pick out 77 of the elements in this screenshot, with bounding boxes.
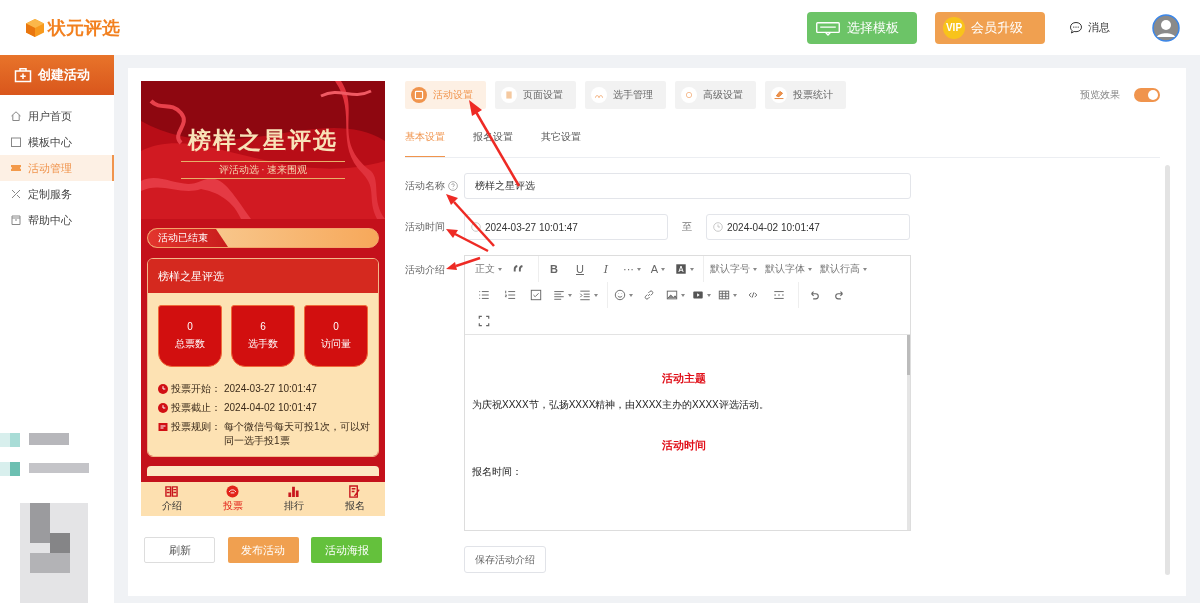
preview-toggle[interactable]	[1134, 88, 1160, 102]
stat-label: 访问量	[321, 337, 351, 351]
banner-subtitle: 评活动选 · 速来围观	[217, 163, 309, 177]
stat-value: 6	[260, 321, 266, 332]
page-icon	[501, 87, 517, 103]
medical-kit-icon	[14, 67, 32, 83]
nav-tab[interactable]: 投票	[202, 482, 263, 516]
save-intro-button[interactable]: 保存活动介绍	[464, 546, 546, 573]
end-date-input[interactable]: 2024-04-02 10:01:47	[706, 214, 910, 240]
toolbar-button[interactable]: I	[595, 260, 617, 278]
info-value: 每个微信号每天可投1次，可以对同一选手投1票	[224, 420, 370, 448]
create-activity-button[interactable]: 创建活动	[0, 55, 114, 95]
help-icon[interactable]	[448, 181, 458, 191]
clock-icon	[158, 403, 168, 413]
info-value: 2024-04-02 10:01:47	[224, 401, 317, 415]
content-paragraph: 报名时间：	[472, 465, 523, 479]
card-title: 榜样之星评选	[148, 259, 378, 293]
toolbar-dropdown[interactable]: 默认行高	[818, 262, 869, 276]
sidebar-item[interactable]: 帮助中心	[0, 207, 114, 233]
ticket-icon	[10, 162, 22, 174]
info-label: 投票规则：	[171, 420, 221, 434]
stamp-icon	[771, 87, 787, 103]
clock-icon	[471, 222, 481, 232]
settings-tab[interactable]: 选手管理	[585, 81, 666, 109]
info-value: 2024-03-27 10:01:47	[224, 382, 317, 396]
stat-value: 0	[187, 321, 193, 332]
avatar-icon[interactable]	[1152, 13, 1180, 42]
toggle-label: 预览效果	[1080, 88, 1120, 102]
info-label: 投票截止：	[171, 401, 221, 415]
home-icon	[10, 110, 22, 122]
field-label: 活动时间	[405, 220, 445, 234]
folder-icon	[10, 136, 22, 148]
chat-icon	[1069, 20, 1083, 35]
status-label: 活动已结束	[148, 229, 228, 247]
sidebar-item[interactable]: 模板中心	[0, 129, 114, 155]
content-heading: 活动主题	[661, 371, 707, 386]
range-separator: 至	[681, 220, 693, 234]
note-icon	[158, 422, 168, 432]
pen-icon	[348, 485, 361, 498]
scrollbar[interactable]	[1165, 165, 1170, 575]
editor-content[interactable]: 活动主题 为庆祝XXXX节，弘扬XXXX精神，由XXXX主办的XXXX评选活动。 活动时间 报名时间：	[465, 335, 910, 530]
sub-tab[interactable]: 其它设置	[541, 125, 581, 157]
target-icon	[681, 87, 697, 103]
settings-tab[interactable]: 投票统计	[765, 81, 846, 109]
calendar-icon	[10, 214, 22, 226]
clock-icon	[158, 384, 168, 394]
toolbar-button[interactable]: U	[569, 260, 591, 278]
toolbar-button[interactable]: A	[647, 260, 669, 278]
toolbar-dropdown[interactable]: 正文	[473, 262, 504, 276]
settings-tab[interactable]: 高级设置	[675, 81, 756, 109]
banner-title: 榜样之星评选	[186, 125, 339, 155]
start-date-input[interactable]: 2024-03-27 10:01:47	[464, 214, 668, 240]
bar-chart-icon	[287, 485, 300, 498]
settings-tab[interactable]: 页面设置	[495, 81, 576, 109]
content-paragraph: 为庆祝XXXX节，弘扬XXXX精神，由XXXX主办的XXXX评选活动。	[472, 398, 770, 412]
toolbar-dropdown[interactable]: 默认字号	[708, 262, 759, 276]
sidebar-item[interactable]: 用户首页	[0, 103, 114, 129]
info-label: 投票开始：	[171, 382, 221, 396]
toolbar-button[interactable]: ···	[621, 260, 643, 278]
clock-icon	[713, 222, 723, 232]
toolbar-button[interactable]: B	[543, 260, 565, 278]
nav-tab[interactable]: 排行	[263, 482, 324, 516]
stat-label: 总票数	[175, 337, 205, 351]
stat-value: 0	[333, 321, 339, 332]
scrollbar[interactable]	[907, 335, 910, 530]
nav-tab[interactable]: 报名	[324, 482, 385, 516]
sidebar-item[interactable]: 定制服务	[0, 181, 114, 207]
stat-label: 选手数	[248, 337, 278, 351]
toolbar-dropdown[interactable]: 默认字体	[763, 262, 814, 276]
messages-link[interactable]: 消息	[1069, 20, 1110, 35]
nav-tab[interactable]: 介绍	[141, 482, 202, 516]
content-heading: 活动时间	[661, 438, 707, 453]
cube-icon	[25, 17, 45, 38]
field-label: 活动名称	[405, 179, 445, 193]
field-label: 活动介绍	[405, 263, 445, 277]
preview-action-button[interactable]: 刷新	[144, 537, 215, 563]
book-icon	[165, 485, 178, 498]
